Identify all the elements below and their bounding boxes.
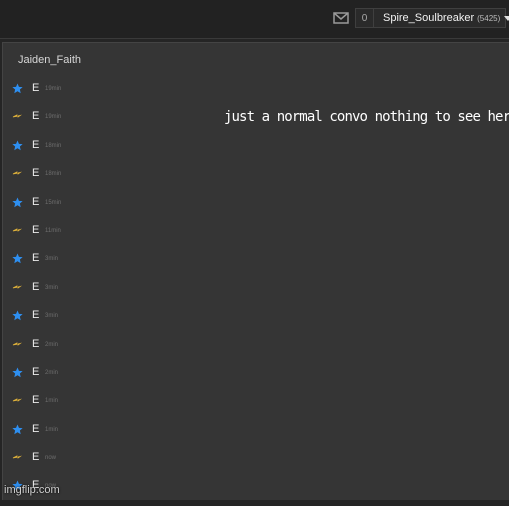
yellow-bolt-icon: [12, 455, 23, 459]
message-timestamp: 2min: [45, 369, 59, 376]
message-text: E: [32, 138, 40, 151]
chat-message: E 18min: [3, 165, 509, 193]
blue-star-icon: [12, 310, 23, 321]
chat-message: E 19min: [3, 80, 509, 108]
message-timestamp: 18min: [45, 171, 62, 178]
message-timestamp: 1min: [45, 426, 59, 433]
yellow-bolt-icon: [12, 171, 23, 176]
blue-star-icon: [12, 424, 23, 434]
chat-message: Enow: [3, 449, 509, 477]
message-list: E 19min E 19min E 18min E 18min E 15min E 11min E 3mi…: [3, 80, 509, 506]
message-text: E: [32, 195, 40, 208]
user-menu-dropdown[interactable]: Spire_Soulbreaker (5425): [373, 8, 509, 28]
imgflip-watermark: imgflip.com: [4, 484, 60, 496]
message-timestamp: 1min: [45, 398, 59, 405]
message-timestamp: 19min: [45, 86, 62, 92]
chat-message: E 3min: [3, 279, 509, 307]
message-text: E: [32, 167, 40, 180]
message-timestamp: 15min: [45, 199, 62, 206]
blue-star-icon: [12, 140, 23, 151]
yellow-bolt-icon: [12, 398, 23, 403]
blue-star-icon: [12, 197, 23, 207]
message-timestamp: 18min: [45, 142, 62, 149]
message-text: E: [32, 337, 40, 350]
message-text: E: [32, 422, 40, 435]
chat-message: E 1min: [3, 392, 509, 420]
notifications-count[interactable]: 0: [355, 8, 373, 28]
message-timestamp: now: [45, 455, 57, 462]
yellow-bolt-icon: [12, 341, 23, 346]
message-text: E: [32, 451, 40, 464]
message-text: E: [32, 394, 40, 407]
chat-message: E 2min: [3, 364, 509, 392]
yellow-bolt-icon: [12, 114, 23, 119]
message-text: E: [32, 223, 40, 236]
chevron-down-icon: [504, 15, 509, 21]
message-timestamp: 3min: [45, 284, 59, 291]
message-text: E: [32, 309, 40, 322]
top-bar: 0 Spire_Soulbreaker (5425): [0, 0, 509, 39]
blue-star-icon: [12, 367, 23, 378]
chat-message: E 15min: [3, 194, 509, 222]
user-points: (5425): [477, 13, 501, 23]
blue-star-icon: [12, 253, 23, 264]
chat-message: Enow: [3, 477, 509, 505]
chat-message: E 18min: [3, 137, 509, 165]
message-timestamp: 3min: [45, 313, 59, 320]
message-text: E: [32, 110, 40, 123]
chat-partner-name: Jaiden_Faith: [18, 54, 81, 66]
chat-message: E 2min: [3, 336, 509, 364]
chat-message: E 1min: [3, 421, 509, 449]
yellow-bolt-icon: [12, 284, 23, 289]
message-text: E: [32, 252, 40, 265]
message-text: E: [32, 365, 40, 378]
chat-message: E 11min: [3, 222, 509, 250]
message-timestamp: 2min: [45, 341, 59, 348]
message-timestamp: 3min: [45, 256, 59, 263]
message-text: E: [32, 280, 40, 293]
meme-caption: just a normal convo nothing to see here: [224, 109, 509, 125]
message-text: E: [32, 82, 40, 94]
mail-icon[interactable]: [333, 11, 349, 25]
chat-message: E 3min: [3, 307, 509, 335]
blue-star-icon: [12, 83, 23, 94]
message-timestamp: 19min: [45, 114, 62, 121]
username: Spire_Soulbreaker: [383, 12, 475, 24]
yellow-bolt-icon: [12, 228, 23, 232]
chat-message: E 3min: [3, 250, 509, 278]
message-timestamp: 11min: [45, 227, 61, 234]
